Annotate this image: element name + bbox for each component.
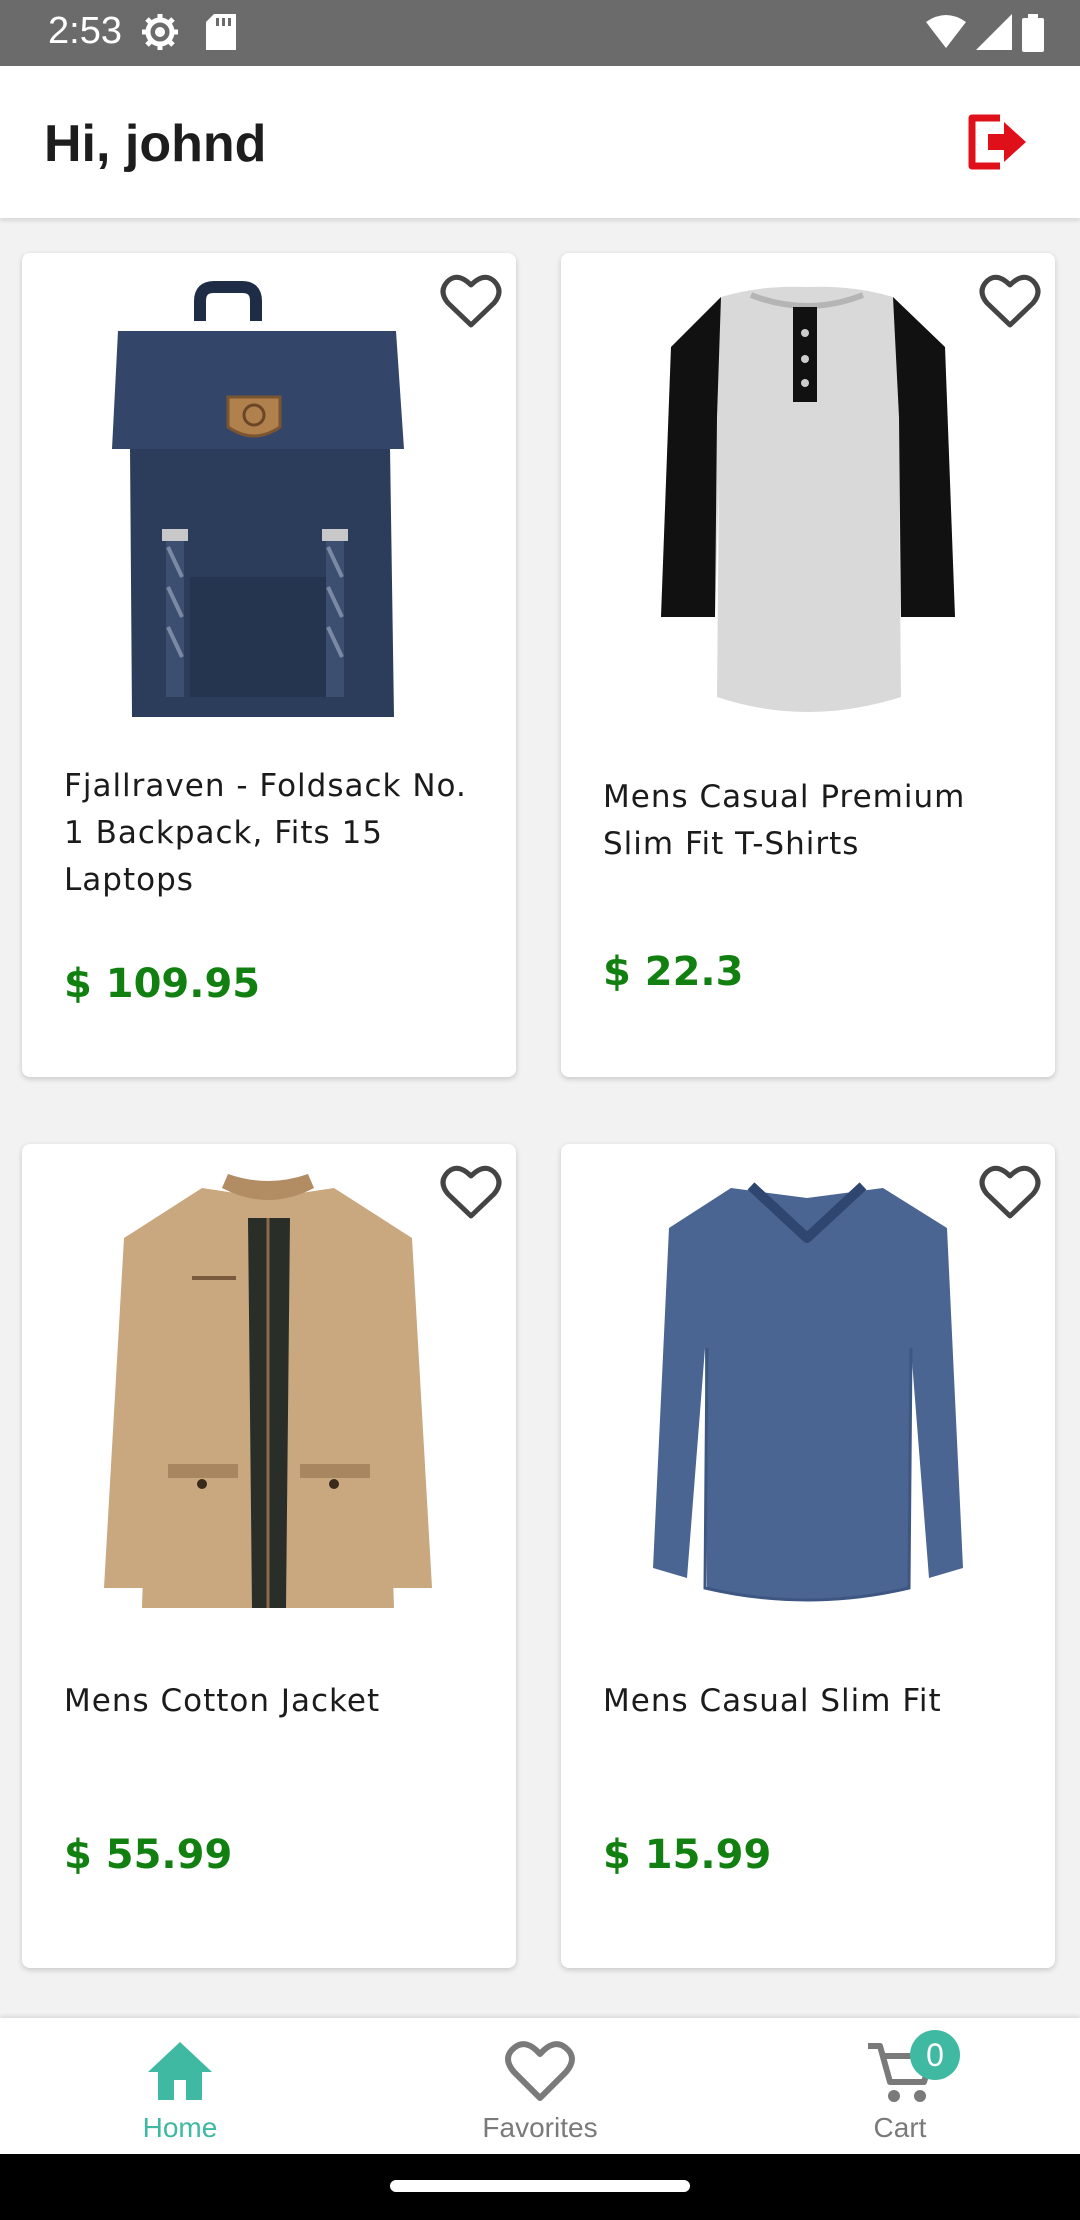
- heart-outline-icon: [979, 1165, 1041, 1219]
- longsleeve-shirt-image: [653, 1182, 963, 1602]
- signal-icon: [976, 14, 1012, 50]
- product-price: $ 109.95: [64, 961, 261, 1007]
- heart-outline-icon: [979, 274, 1041, 328]
- nav-cart[interactable]: 0 Cart: [720, 2018, 1080, 2154]
- logout-button[interactable]: [960, 106, 1032, 178]
- nav-favorites-label: Favorites: [482, 2112, 598, 2143]
- battery-icon: [1022, 14, 1044, 52]
- product-price: $ 22.3: [603, 949, 744, 995]
- favorite-button[interactable]: [440, 1164, 502, 1222]
- home-gesture-handle[interactable]: [390, 2180, 690, 2192]
- status-time: 2:53: [48, 10, 122, 52]
- bottom-navigation: Home Favorites 0 Cart: [0, 2018, 1080, 2154]
- favorite-button[interactable]: [440, 273, 502, 331]
- heart-outline-icon: [440, 274, 502, 328]
- product-title: Mens Cotton Jacket: [64, 1683, 381, 1719]
- product-price: $ 55.99: [64, 1832, 233, 1878]
- settings-status-icon: [142, 14, 178, 50]
- product-title: Mens Casual Premium Slim Fit T-Shirts: [603, 779, 966, 862]
- favorite-button[interactable]: [979, 1164, 1041, 1222]
- nav-cart-label: Cart: [873, 2112, 927, 2143]
- backpack-image: [112, 281, 404, 717]
- product-price: $ 15.99: [603, 1832, 772, 1878]
- nav-home-label: Home: [142, 2112, 218, 2143]
- product-title: Mens Casual Slim Fit: [603, 1683, 942, 1719]
- cart-count-badge: 0: [910, 2030, 960, 2080]
- app-header: Hi, johnd: [0, 66, 1080, 218]
- logout-icon: [968, 114, 1026, 170]
- cotton-jacket-image: [104, 1174, 432, 1608]
- product-card[interactable]: Fjallraven - Foldsack No. 1 Backpack, Fi…: [22, 253, 516, 1077]
- heart-outline-icon: [440, 1165, 502, 1219]
- nav-favorites[interactable]: Favorites: [360, 2018, 720, 2154]
- home-icon: [148, 2042, 212, 2100]
- favorite-button[interactable]: [979, 273, 1041, 331]
- greeting-title: Hi, johnd: [44, 115, 267, 173]
- nav-home[interactable]: Home: [0, 2018, 360, 2154]
- product-card[interactable]: Mens Casual Premium Slim Fit T-Shirts $ …: [561, 253, 1055, 1077]
- raglan-tshirt-image: [661, 286, 955, 712]
- product-card[interactable]: Mens Casual Slim Fit $ 15.99: [561, 1144, 1055, 1968]
- status-indicators: [926, 14, 1044, 52]
- system-gesture-bar: [0, 2154, 1080, 2220]
- wifi-icon: [926, 15, 966, 48]
- heart-outline-icon: [505, 2041, 575, 2101]
- product-title: Fjallraven - Foldsack No. 1 Backpack, Fi…: [64, 768, 467, 898]
- product-card[interactable]: Mens Cotton Jacket $ 55.99: [22, 1144, 516, 1968]
- sd-card-icon: [206, 14, 236, 50]
- status-bar: 2:53: [0, 0, 1080, 66]
